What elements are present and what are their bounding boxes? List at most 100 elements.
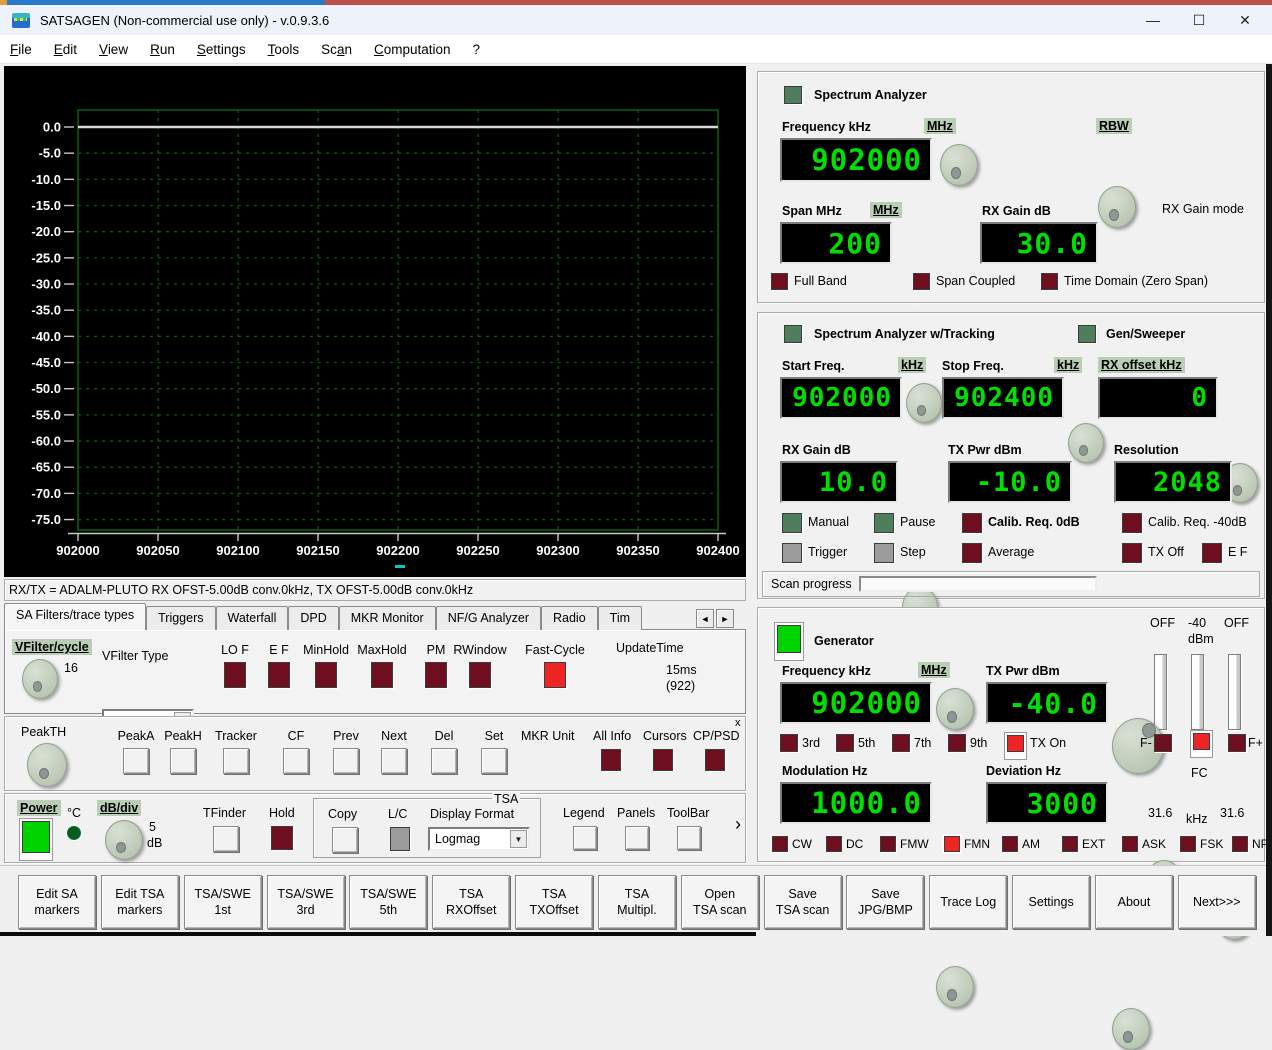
- more-arrow-icon[interactable]: ›: [735, 814, 741, 835]
- tsa-enable-indicator[interactable]: [784, 325, 802, 343]
- menu-[interactable]: ?: [473, 42, 481, 57]
- full-band-checkbox[interactable]: [771, 273, 788, 290]
- peakth-knob[interactable]: [27, 743, 67, 787]
- settings-button[interactable]: Settings: [1012, 875, 1090, 929]
- tab-scroll-right-button[interactable]: ►: [716, 609, 734, 628]
- cf-button[interactable]: [283, 748, 309, 774]
- peakh-button[interactable]: [170, 748, 196, 774]
- f-plus-checkbox[interactable]: [1228, 734, 1246, 752]
- mode-am-checkbox[interactable]: [1002, 836, 1018, 852]
- sa-rbw-button[interactable]: RBW: [1096, 118, 1132, 134]
- mode-ask-checkbox[interactable]: [1122, 836, 1138, 852]
- tsa-rxoffset-button[interactable]: TSARXOffset: [432, 875, 510, 929]
- gen-level-slider-center[interactable]: [1191, 654, 1204, 730]
- menu-view[interactable]: View: [99, 42, 128, 57]
- gen-mhz-button[interactable]: MHz: [918, 662, 950, 678]
- tab-scroll-left-button[interactable]: ◄: [696, 609, 714, 628]
- tab-tim[interactable]: Tim: [598, 606, 642, 630]
- copy-button[interactable]: [332, 827, 358, 853]
- modulation-display[interactable]: 1000.0: [780, 782, 932, 824]
- menu-file[interactable]: File: [10, 42, 32, 57]
- toolbar-button[interactable]: [677, 826, 701, 850]
- tsa-swe-3rd-button[interactable]: TSA/SWE3rd: [267, 875, 345, 929]
- peaka-button[interactable]: [123, 748, 149, 774]
- chevron-down-icon[interactable]: ▼: [510, 830, 527, 848]
- stop-freq-display[interactable]: 902400: [942, 377, 1064, 419]
- edit-sa-markers-button[interactable]: Edit SAmarkers: [18, 875, 96, 929]
- deviation-display[interactable]: 3000: [986, 782, 1108, 824]
- save-tsa-scan-button[interactable]: SaveTSA scan: [764, 875, 842, 929]
- dbdiv-button[interactable]: dB/div: [97, 800, 141, 816]
- sa-rx-gain-display[interactable]: 30.0: [980, 222, 1098, 264]
- trace-log-button[interactable]: Trace Log: [929, 875, 1007, 929]
- start-freq-display[interactable]: 902000: [780, 377, 902, 419]
- next-button[interactable]: [381, 748, 407, 774]
- tsa-txoffset-button[interactable]: TSATXOffset: [515, 875, 593, 929]
- tab-waterfall[interactable]: Waterfall: [216, 606, 289, 630]
- average-checkbox[interactable]: [962, 543, 982, 563]
- all-info-checkbox[interactable]: [601, 749, 621, 771]
- time-domain-checkbox[interactable]: [1041, 273, 1058, 290]
- menu-computation[interactable]: Computation: [374, 42, 451, 57]
- sa-enable-indicator[interactable]: [784, 86, 802, 104]
- tsa-swe-5th-button[interactable]: TSA/SWE5th: [349, 875, 427, 929]
- minhold-checkbox[interactable]: [315, 662, 337, 688]
- dbdiv-knob[interactable]: [105, 820, 143, 860]
- step-checkbox[interactable]: [874, 543, 894, 563]
- menu-settings[interactable]: Settings: [197, 42, 246, 57]
- mode-ext-checkbox[interactable]: [1062, 836, 1078, 852]
- gen-sweeper-indicator[interactable]: [1078, 325, 1096, 343]
- ef-checkbox[interactable]: [1202, 543, 1222, 563]
- tab-sa-filters-trace-types[interactable]: SA Filters/trace types: [4, 603, 146, 630]
- power-indicator[interactable]: [19, 818, 53, 861]
- trigger-checkbox[interactable]: [782, 543, 802, 563]
- tracker-button[interactable]: [223, 748, 249, 774]
- mode-cw-checkbox[interactable]: [772, 836, 788, 852]
- mode-fmw-checkbox[interactable]: [880, 836, 896, 852]
- rwindow-checkbox[interactable]: [469, 662, 491, 688]
- rx-offset-display[interactable]: 0: [1098, 377, 1218, 419]
- sa-rbw-knob[interactable]: [1098, 186, 1136, 228]
- legend-button[interactable]: [573, 826, 597, 850]
- tfinder-button[interactable]: [213, 826, 239, 852]
- sa-mhz-button[interactable]: MHz: [924, 118, 956, 134]
- mode-dc-checkbox[interactable]: [826, 836, 842, 852]
- gen-frequency-display[interactable]: 902000: [780, 682, 932, 724]
- gen-level-slider-left[interactable]: [1154, 654, 1167, 730]
- lo-f-checkbox[interactable]: [224, 662, 246, 688]
- close-button[interactable]: ✕: [1222, 5, 1268, 35]
- tab-nf-g-analyzer[interactable]: NF/G Analyzer: [436, 606, 541, 630]
- display-format-select[interactable]: Logmag▼: [428, 827, 530, 851]
- edit-tsa-markers-button[interactable]: Edit TSAmarkers: [101, 875, 179, 929]
- mode-fsk-checkbox[interactable]: [1180, 836, 1196, 852]
- tsa-multipl-button[interactable]: TSAMultipl.: [598, 875, 676, 929]
- menu-scan[interactable]: Scan: [321, 42, 352, 57]
- prev-button[interactable]: [333, 748, 359, 774]
- cursors-checkbox[interactable]: [653, 749, 673, 771]
- menu-edit[interactable]: Edit: [54, 42, 77, 57]
- sa-span-display[interactable]: 200: [780, 222, 892, 264]
- next-button[interactable]: Next>>>: [1178, 875, 1256, 929]
- sa-frequency-display[interactable]: 902000: [780, 138, 932, 182]
- lc-checkbox[interactable]: [390, 827, 410, 851]
- fc-checkbox[interactable]: [1190, 730, 1213, 758]
- mode-npr-checkbox[interactable]: [1232, 836, 1248, 852]
- tab-dpd[interactable]: DPD: [288, 606, 338, 630]
- stop-khz-button[interactable]: kHz: [1054, 357, 1082, 373]
- sa-frequency-knob[interactable]: [940, 144, 978, 186]
- generator-indicator[interactable]: [774, 622, 804, 661]
- start-freq-knob[interactable]: [906, 383, 942, 423]
- pm-checkbox[interactable]: [425, 662, 447, 688]
- start-khz-button[interactable]: kHz: [898, 357, 926, 373]
- gen-level-slider-right[interactable]: [1228, 654, 1241, 730]
- calib-40db-checkbox[interactable]: [1122, 513, 1142, 533]
- modulation-knob[interactable]: [936, 966, 974, 1008]
- tsa-tx-pwr-display[interactable]: -10.0: [948, 461, 1072, 503]
- vfilter-cycle-knob[interactable]: [22, 659, 58, 699]
- tab-mkr-monitor[interactable]: MKR Monitor: [339, 606, 436, 630]
- pause-checkbox[interactable]: [874, 513, 894, 533]
- open-tsa-scan-button[interactable]: OpenTSA scan: [681, 875, 759, 929]
- cp-psd-checkbox[interactable]: [705, 749, 725, 771]
- calib-0db-checkbox[interactable]: [962, 513, 982, 533]
- tab-radio[interactable]: Radio: [541, 606, 598, 630]
